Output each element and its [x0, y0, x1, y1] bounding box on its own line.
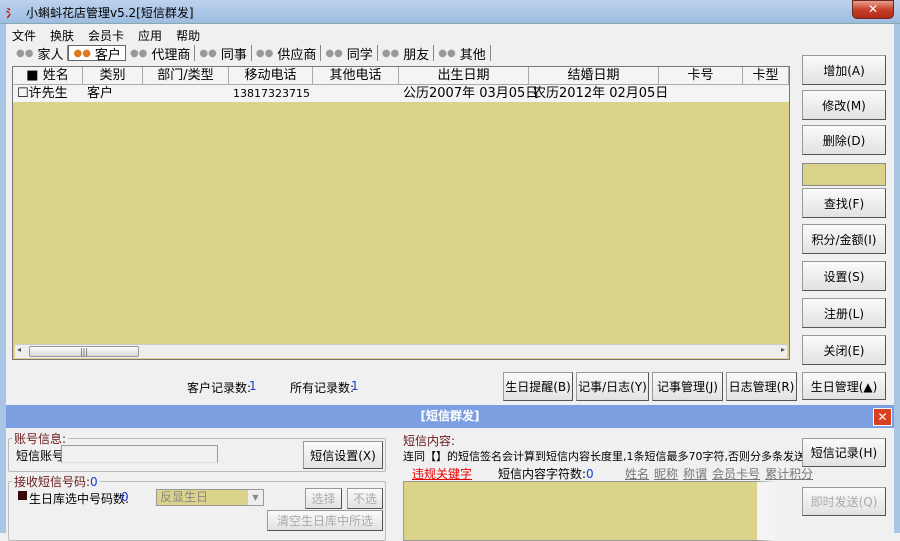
scroll-left-icon[interactable]: ◂ [17, 345, 21, 354]
table-cell [313, 85, 399, 102]
edit-button[interactable]: 修改(M) [802, 90, 886, 120]
scroll-right-icon[interactable]: ▸ [781, 345, 785, 354]
notes-manage-button[interactable]: 记事管理(J) [652, 372, 723, 401]
column-header[interactable]: 其他电话 [313, 67, 399, 84]
tab-3[interactable]: ●● 同事 [195, 45, 252, 63]
sms-record-button[interactable]: 短信记录(H) [802, 438, 886, 467]
tab-4[interactable]: ●● 供应商 [252, 45, 322, 63]
tab-7[interactable]: ●● 其他 [434, 45, 491, 63]
sms-panel-header: [短信群发] [6, 405, 894, 428]
column-header[interactable]: 移动电话 [229, 67, 313, 84]
all-count-label: 所有记录数: [290, 381, 355, 395]
people-icon: ●● [255, 47, 274, 59]
char-count-label: 短信内容字符数:0 [498, 467, 594, 481]
delete-button[interactable]: 删除(D) [802, 125, 886, 155]
send-now-button[interactable]: 即时发送(Q) [802, 487, 886, 516]
points-button[interactable]: 积分/金额(I) [802, 224, 886, 254]
grid-header: ■ 姓名 类别 部门/类型 移动电话 其他电话 出生日期 结婚日期 卡号 卡型 [13, 67, 789, 85]
tab-6[interactable]: ●● 朋友 [378, 45, 435, 63]
sms-settings-button[interactable]: 短信设置(X) [303, 441, 383, 469]
app-icon: 氵 [6, 7, 17, 20]
menu-file[interactable]: 文件 [12, 27, 36, 44]
log-manage-button[interactable]: 日志管理(R) [726, 372, 797, 401]
column-header[interactable]: 结婚日期 [529, 67, 659, 84]
forbidden-keywords-link[interactable]: 违规关键字 [412, 465, 472, 482]
clear-birthday-button[interactable]: 清空生日库中所选 [267, 510, 383, 531]
column-header[interactable]: 类别 [83, 67, 143, 84]
table-cell: 客户 [87, 86, 114, 101]
table-cell [659, 85, 743, 102]
insert-name-link[interactable]: 姓名 [625, 465, 649, 482]
people-icon: ●● [199, 47, 217, 59]
birthday-manage-button[interactable]: 生日管理(▲) [802, 372, 886, 400]
column-header[interactable]: 卡型 [743, 67, 789, 84]
scroll-thumb[interactable]: ||| [29, 346, 139, 357]
insert-fields: 姓名 昵称 称谓 会员卡号 累计积分 [625, 465, 813, 482]
insert-nickname-link[interactable]: 昵称 [654, 465, 678, 482]
table-cell: 农历2012年 02月05日 [533, 86, 669, 101]
birthday-count: 0 [121, 490, 129, 504]
search-input[interactable] [802, 163, 886, 186]
customer-count: 1 [249, 379, 257, 393]
table-cell [143, 85, 229, 102]
close-button[interactable]: 关闭(E) [802, 335, 886, 365]
settings-button[interactable]: 设置(S) [802, 261, 886, 291]
column-header[interactable]: 卡号 [659, 67, 743, 84]
people-icon: ●● [381, 47, 400, 59]
insert-points-link[interactable]: 累计积分 [765, 465, 813, 482]
chevron-down-icon[interactable]: ▼ [248, 490, 263, 505]
people-icon: ●● [129, 47, 148, 59]
customer-count-label: 客户记录数: [187, 381, 252, 395]
account-label: 短信账号 [16, 449, 65, 463]
table-cell [743, 85, 789, 102]
table-row[interactable]: ☐许先生 客户 13817323715 公历2007年 03月05日 农历2012年 0… [13, 85, 789, 102]
menu-bar: 文件 换肤 会员卡 应用 帮助 [12, 27, 200, 44]
content-note: 连同【】的短信签名会计算到短信内容长度里,1条短信最多70字符,否则分多条发送. [403, 450, 809, 463]
menu-apps[interactable]: 应用 [138, 27, 162, 44]
people-icon: ●● [16, 47, 34, 59]
birthday-reminder-button[interactable]: 生日提醒(B) [503, 372, 573, 401]
column-header[interactable]: 出生日期 [399, 67, 529, 84]
find-button[interactable]: 查找(F) [802, 188, 886, 218]
content-label: 短信内容: [403, 434, 456, 448]
horizontal-scrollbar[interactable]: ◂ ||| ▸ [15, 344, 787, 358]
people-icon: ●● [73, 47, 91, 59]
insert-title-link[interactable]: 称谓 [683, 465, 707, 482]
table-cell: 公历2007年 03月05日 [403, 86, 539, 101]
contact-grid[interactable]: ■ 姓名 类别 部门/类型 移动电话 其他电话 出生日期 结婚日期 卡号 卡型 ☐许先生 客户 13… [12, 66, 790, 360]
table-cell: ☐许先生 [17, 86, 68, 101]
sms-content-textarea[interactable] [403, 481, 775, 541]
column-header[interactable]: ■ 姓名 [13, 67, 83, 84]
people-icon: ●● [438, 47, 456, 59]
tab-0[interactable]: ●● 家人 [12, 45, 69, 63]
menu-skin[interactable]: 换肤 [50, 27, 74, 44]
register-button[interactable]: 注册(L) [802, 298, 886, 328]
people-icon: ●● [325, 47, 343, 59]
column-header[interactable]: 部门/类型 [143, 67, 229, 84]
all-count: 1 [351, 379, 359, 393]
receive-group-label: 接收短信号码:0 [12, 473, 100, 490]
sms-account-field[interactable] [61, 445, 218, 463]
title-bar: 氵 小蝌蚪花店管理v5.2[短信群发] [0, 0, 900, 24]
birthday-check-icon[interactable] [18, 491, 27, 500]
sms-close-icon[interactable]: ✕ [873, 408, 892, 426]
add-button[interactable]: 增加(A) [802, 55, 886, 85]
birthday-select[interactable]: 反显生日 ▼ [156, 489, 264, 506]
menu-help[interactable]: 帮助 [176, 27, 200, 44]
insert-card-link[interactable]: 会员卡号 [712, 465, 760, 482]
table-cell: 13817323715 [233, 87, 310, 100]
tab-1[interactable]: ●● 客户 [68, 45, 126, 63]
account-group-label: 账号信息: [12, 430, 69, 447]
tab-5[interactable]: ●● 同学 [321, 45, 378, 63]
menu-member-card[interactable]: 会员卡 [88, 27, 124, 44]
select-button[interactable]: 选择 [305, 488, 342, 509]
window-close-button[interactable]: ✕ [852, 0, 894, 19]
tab-2[interactable]: ●● 代理商 [126, 45, 196, 63]
deselect-button[interactable]: 不选 [347, 488, 383, 509]
birthday-count-label: 生日库选中号码数: [29, 492, 130, 506]
window-title: 小蝌蚪花店管理v5.2[短信群发] [26, 6, 194, 20]
category-tabs: ●● 家人 ●● 客户 ●● 代理商 ●● 同事 ●● 供应商 ●● 同学 ●● 朋友 ●● 其他 [12, 44, 491, 63]
notes-log-button[interactable]: 记事/日志(Y) [576, 372, 649, 401]
